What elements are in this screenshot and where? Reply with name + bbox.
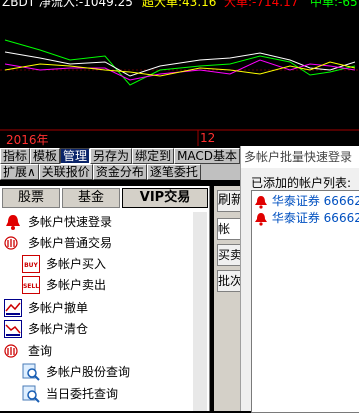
toolbar-top-button-5[interactable]: MACD基本 (174, 148, 241, 164)
bell-icon (4, 213, 22, 231)
broker-name: 华泰证券 (271, 194, 320, 208)
chart-toolbar-bottom: 扩展∧ 关联报价 资金分布 逐笔委托 (0, 164, 240, 180)
nav-item[interactable]: 当日委托查询 (46, 384, 118, 404)
month-axis-label: 12 (200, 131, 216, 145)
buy-icon: BUY (22, 255, 40, 273)
net-inflow-label: ZBDT 净流入:-1049.25 (2, 0, 133, 9)
bell-icon (254, 212, 268, 226)
panel-tabs: 股票 基金 VIP交易 (2, 188, 208, 208)
chart-toolbar-top: 指标 模板 管理 另存为 绑定到 MACD基本 (0, 148, 241, 164)
tab-vip-trading[interactable]: VIP交易 (122, 188, 208, 208)
broker-name: 华泰证券 (271, 211, 320, 225)
nav-item[interactable]: 多帐户清仓 (28, 319, 88, 339)
toolbar-top-button-3[interactable]: 另存为 (90, 148, 133, 164)
toolbar-bottom-button-1[interactable]: 关联报价 (38, 164, 93, 180)
toolbar-top-button-2[interactable]: 管理 (60, 148, 91, 164)
dialog-title: 多帐户批量快速登录 (241, 146, 359, 168)
nav-item[interactable]: 多帐户撤单 (28, 298, 88, 318)
medium-order-label: 中单:-65 (310, 0, 358, 9)
nav-item[interactable]: 多帐户买入 (46, 254, 106, 274)
batch-login-dialog: 多帐户批量快速登录 已添加的帐户列表: 华泰证券 66662 华泰证券 6666… (240, 146, 359, 413)
nav-item[interactable]: 多帐户卖出 (46, 275, 106, 295)
stack-icon (4, 234, 22, 252)
bell-icon (254, 195, 268, 209)
nav-item[interactable]: 查询 (28, 341, 52, 361)
nav-item[interactable]: 多帐户快速登录 (28, 212, 112, 232)
sell-icon: SELL (22, 276, 40, 294)
account-list[interactable]: 华泰证券 66662 华泰证券 66662 (251, 190, 359, 413)
trading-nav-panel: 股票 基金 VIP交易 多帐户快速登录 多帐户普通交易 BUY 多帐户买入 SELL 多帐… (0, 186, 210, 411)
large-order-label: 大单:-714.17 (224, 0, 299, 9)
toolbar-top-button-4[interactable]: 绑定到 (132, 148, 175, 164)
nav-item[interactable]: 多帐户股份查询 (46, 362, 130, 382)
account-id: 66662 (323, 194, 359, 208)
svg-text:BUY: BUY (24, 262, 38, 269)
nav-item[interactable]: 多帐户普通交易 (28, 233, 112, 253)
super-large-order-label: 超大单:43.16 (142, 0, 217, 9)
tab-funds[interactable]: 基金 (62, 188, 120, 208)
tab-stocks[interactable]: 股票 (2, 188, 60, 208)
account-id: 66662 (323, 211, 359, 225)
nav-scrollbar[interactable] (193, 212, 207, 411)
toolbar-bottom-button-3[interactable]: 逐笔委托 (146, 164, 201, 180)
fund-flow-chart: ZBDT 净流入:-1049.25 超大单:43.16 大单:-714.17 中… (0, 0, 359, 147)
magnifier-icon (22, 385, 40, 403)
toolbar-bottom-button-2[interactable]: 资金分布 (92, 164, 147, 180)
account-list-label: 已添加的帐户列表: (251, 176, 352, 190)
chart-canvas (0, 39, 359, 146)
account-row[interactable]: 华泰证券 66662 (254, 210, 359, 226)
svg-text:SELL: SELL (23, 283, 39, 290)
stack-icon (4, 342, 22, 360)
account-row[interactable]: 华泰证券 66662 (254, 193, 359, 209)
magnifier-icon (22, 363, 40, 381)
cancel-order-icon (4, 299, 22, 317)
toolbar-top-button-0[interactable]: 指标 (0, 148, 31, 164)
clear-position-icon (4, 320, 22, 338)
toolbar-top-button-1[interactable]: 模板 (30, 148, 61, 164)
year-axis-label: 2016年 (6, 133, 49, 147)
toolbar-bottom-button-0[interactable]: 扩展∧ (0, 164, 39, 180)
